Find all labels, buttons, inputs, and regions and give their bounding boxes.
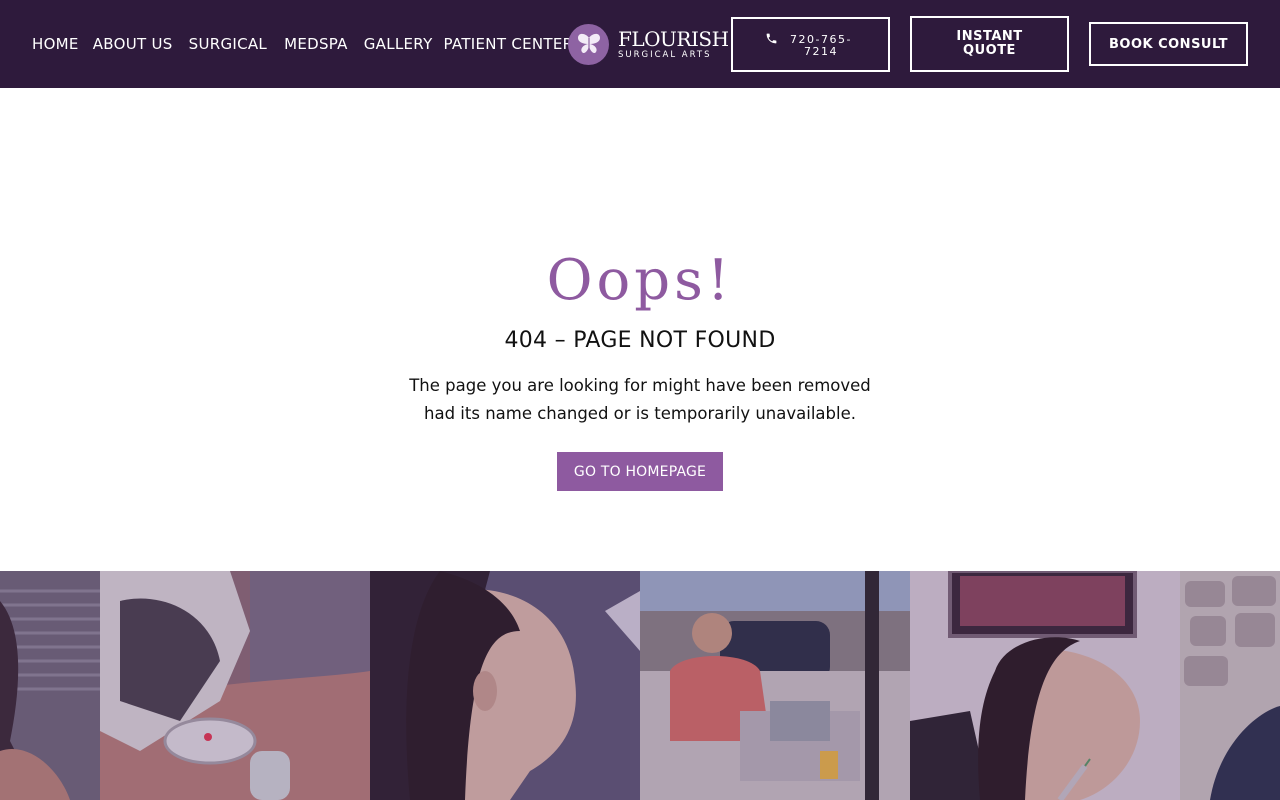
photo-gallery-strip [0, 571, 1280, 800]
nav-about-us[interactable]: ABOUT US [93, 35, 173, 53]
error-message: The page you are looking for might have … [409, 376, 871, 423]
book-consult-button[interactable]: BOOK CONSULT [1089, 22, 1248, 66]
nav-home[interactable]: HOME [32, 35, 79, 53]
logo-name: FLOURISH [618, 26, 729, 51]
logo-text: FLOURISH SURGICAL ARTS [618, 29, 729, 60]
gallery-photo-6 [1180, 571, 1280, 800]
nav-patient-center[interactable]: PATIENT CENTER [444, 35, 574, 53]
butterfly-icon [568, 23, 609, 65]
instant-quote-label: INSTANT QUOTE [956, 29, 1023, 58]
gallery-photo-4 [640, 571, 910, 800]
book-consult-label: BOOK CONSULT [1108, 36, 1228, 52]
error-heading: Oops! [546, 248, 734, 313]
site-header: HOME ABOUT US SURGICAL MEDSPA GALLERY PA… [0, 0, 1280, 88]
error-title: 404 – PAGE NOT FOUND [504, 328, 776, 353]
phone-icon [765, 32, 778, 48]
nav-gallery[interactable]: GALLERY [364, 35, 433, 53]
phone-button[interactable]: 720-765-7214 [731, 17, 890, 72]
go-to-homepage-label: GO TO HOMEPAGE [573, 463, 707, 480]
nav-medspa[interactable]: MEDSPA [284, 35, 348, 53]
gallery-photo-2 [100, 571, 370, 800]
gallery-photo-5 [910, 571, 1180, 800]
main-nav: HOME ABOUT US SURGICAL MEDSPA GALLERY PA… [32, 0, 587, 88]
gallery-photo-1 [0, 571, 100, 800]
nav-surgical[interactable]: SURGICAL [189, 35, 267, 53]
site-logo[interactable]: FLOURISH SURGICAL ARTS [568, 22, 729, 66]
gallery-photo-3 [370, 571, 640, 800]
instant-quote-button[interactable]: INSTANT QUOTE [910, 16, 1069, 72]
go-to-homepage-button[interactable]: GO TO HOMEPAGE [557, 452, 723, 491]
phone-number: 720-765-7214 [790, 32, 852, 58]
logo-subtitle: SURGICAL ARTS [618, 49, 712, 60]
